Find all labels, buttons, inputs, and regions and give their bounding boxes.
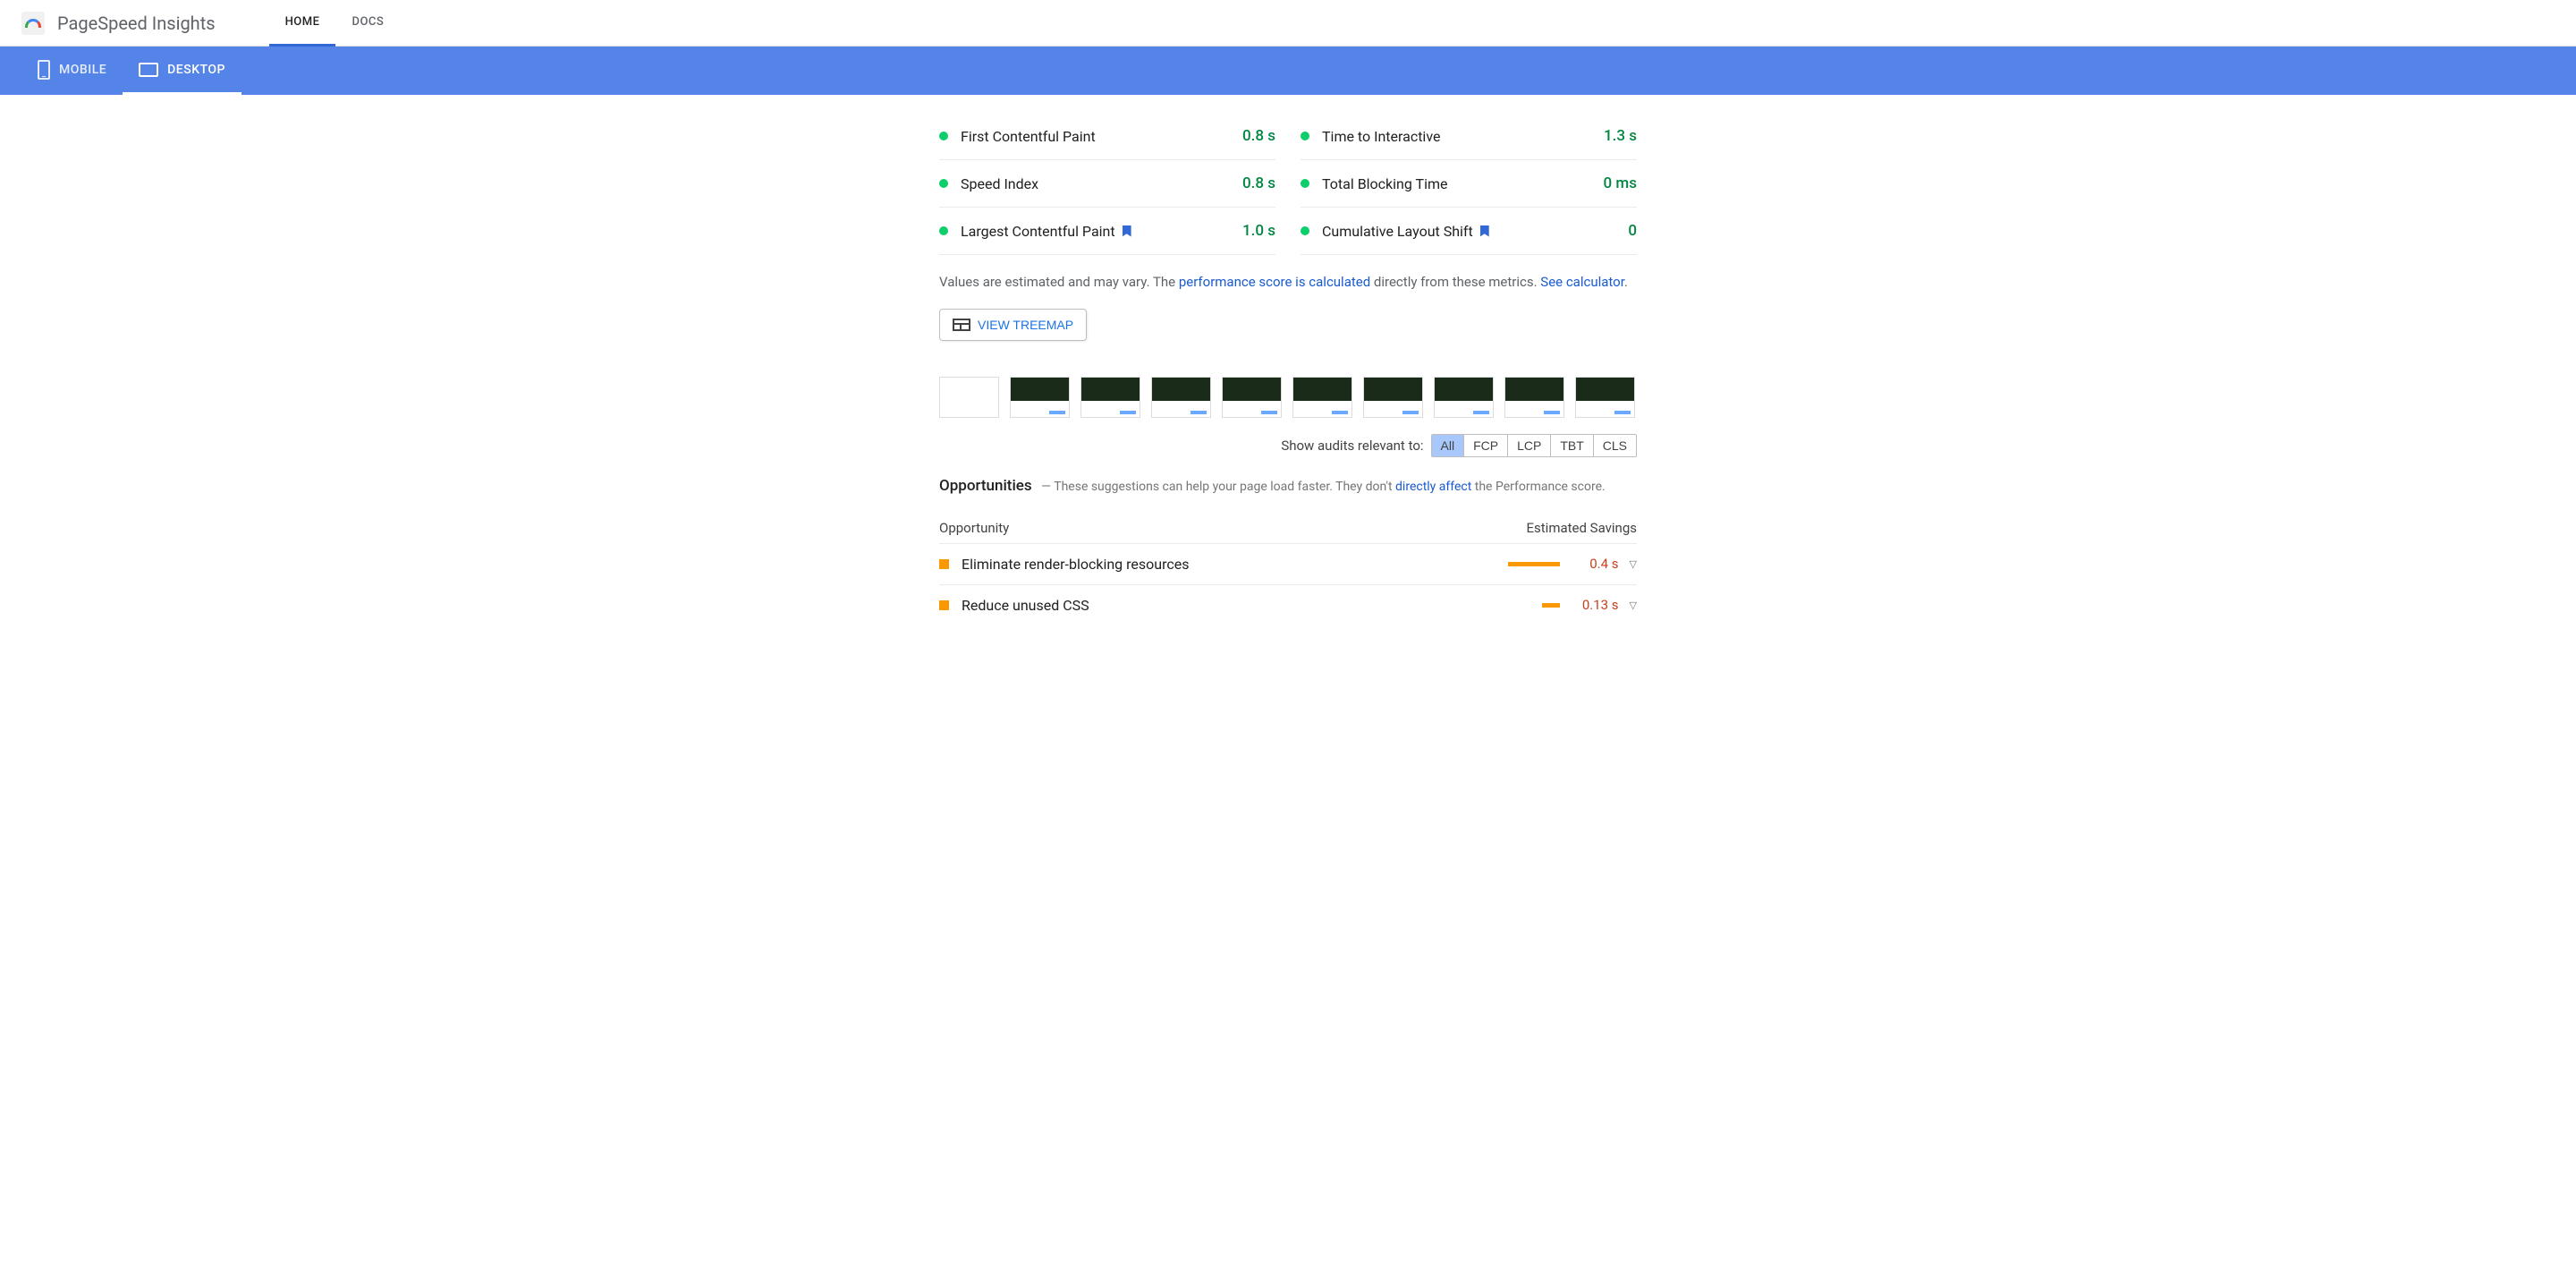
audit-filter-label: Show audits relevant to: [1281,438,1423,454]
metric-label: Largest Contentful Paint [961,223,1242,240]
metric-value: 0.8 s [1242,127,1275,145]
chevron-down-icon[interactable]: ▽ [1630,599,1637,611]
filter-btn-tbt[interactable]: TBT [1551,435,1593,456]
metric-label: Cumulative Layout Shift [1322,223,1628,240]
filmstrip-thumb[interactable] [1151,377,1211,418]
opportunity-row[interactable]: Reduce unused CSS 0.13 s ▽ [939,584,1637,625]
directly-affect-link[interactable]: directly affect [1395,480,1471,494]
filmstrip-thumb[interactable] [1434,377,1494,418]
status-square-icon [939,600,949,610]
metric-row: Cumulative Layout Shift 0 [1301,208,1637,255]
metric-label: Time to Interactive [1322,128,1604,145]
status-dot-icon [1301,179,1309,188]
metric-row: Largest Contentful Paint 1.0 s [939,208,1275,255]
savings-value: 0.4 s [1571,556,1619,572]
metric-value: 0 [1628,222,1637,240]
bookmark-icon [1123,225,1131,237]
opportunity-label: Eliminate render-blocking resources [962,556,1508,573]
opportunity-label: Reduce unused CSS [962,597,1542,614]
opportunity-row[interactable]: Eliminate render-blocking resources 0.4 s… [939,543,1637,584]
metric-row: Total Blocking Time0 ms [1301,160,1637,208]
device-tab-mobile[interactable]: MOBILE [21,47,123,95]
metric-label: Speed Index [961,175,1242,192]
metric-row: Time to Interactive1.3 s [1301,113,1637,160]
device-tab-label: MOBILE [59,63,106,77]
view-treemap-button[interactable]: VIEW TREEMAP [939,309,1087,341]
opportunities-table-head: Opportunity Estimated Savings [939,520,1637,536]
audit-filter-row: Show audits relevant to: AllFCPLCPTBTCLS [939,434,1637,457]
filter-btn-fcp[interactable]: FCP [1464,435,1508,456]
filter-btn-cls[interactable]: CLS [1594,435,1636,456]
metrics-grid: First Contentful Paint0.8 sTime to Inter… [939,113,1637,255]
bookmark-icon [1480,225,1489,237]
filmstrip-thumb[interactable] [1575,377,1635,418]
filter-btn-lcp[interactable]: LCP [1508,435,1551,456]
metric-label: Total Blocking Time [1322,175,1604,192]
opportunities-section: Opportunities — These suggestions can he… [939,477,1637,625]
metric-value: 1.0 s [1242,222,1275,240]
filmstrip-thumb[interactable] [1504,377,1564,418]
savings-bar [1542,603,1560,608]
nav-tab-home[interactable]: HOME [269,0,336,47]
nav-tab-docs[interactable]: DOCS [335,0,400,47]
status-dot-icon [939,179,948,188]
logo-icon [21,12,45,35]
savings-value: 0.13 s [1571,597,1619,613]
status-dot-icon [939,226,948,235]
filmstrip-thumb[interactable] [1363,377,1423,418]
device-bar: MOBILE DESKTOP [0,47,2576,95]
opportunities-desc: — These suggestions can help your page l… [1035,480,1606,494]
filmstrip-thumb[interactable] [939,377,999,418]
nav-tabs: HOME DOCS [269,0,401,47]
status-square-icon [939,559,949,569]
perf-score-link[interactable]: performance score is calculated [1179,274,1370,290]
filmstrip-thumb[interactable] [1010,377,1070,418]
status-dot-icon [1301,226,1309,235]
app-header: PageSpeed Insights HOME DOCS [0,0,2576,47]
estimate-note: Values are estimated and may vary. The p… [939,271,1637,293]
treemap-icon [953,319,970,331]
metric-row: First Contentful Paint0.8 s [939,113,1275,160]
filmstrip-thumb[interactable] [1222,377,1282,418]
metric-value: 1.3 s [1604,127,1637,145]
metric-label: First Contentful Paint [961,128,1242,145]
calculator-link[interactable]: See calculator [1540,274,1624,290]
status-dot-icon [1301,132,1309,140]
device-tab-desktop[interactable]: DESKTOP [123,47,242,95]
opportunities-title: Opportunities [939,477,1032,495]
filmstrip [939,377,1637,418]
device-tab-label: DESKTOP [167,63,225,77]
metric-value: 0.8 s [1242,174,1275,192]
savings-bar [1508,562,1560,566]
treemap-label: VIEW TREEMAP [978,318,1073,332]
col-opportunity: Opportunity [939,520,1009,536]
filmstrip-thumb[interactable] [1080,377,1140,418]
metric-value: 0 ms [1604,174,1637,192]
app-title: PageSpeed Insights [57,13,216,34]
mobile-icon [38,60,50,80]
filmstrip-thumb[interactable] [1292,377,1352,418]
audit-filter-group: AllFCPLCPTBTCLS [1431,434,1637,457]
col-savings: Estimated Savings [1527,520,1638,536]
chevron-down-icon[interactable]: ▽ [1630,558,1637,570]
filter-btn-all[interactable]: All [1432,435,1465,456]
desktop-icon [139,63,158,77]
metric-row: Speed Index0.8 s [939,160,1275,208]
status-dot-icon [939,132,948,140]
